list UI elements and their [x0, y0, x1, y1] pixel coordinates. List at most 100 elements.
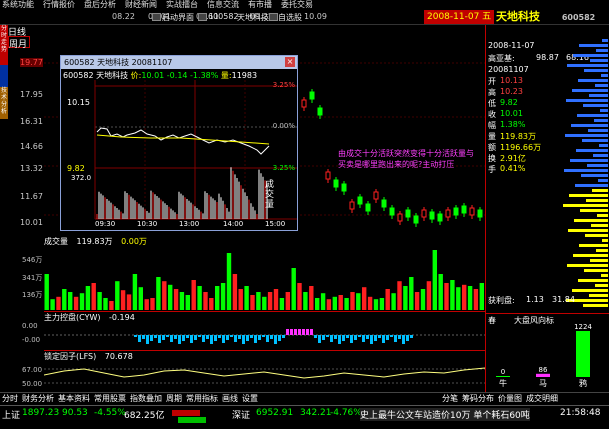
- cyw-bar: [342, 335, 345, 341]
- popup-title[interactable]: 600582 天地科技 20081107: [61, 56, 297, 69]
- volume-bar: [203, 292, 208, 310]
- tab-settings[interactable]: 设置: [242, 393, 258, 404]
- left-tabs: 分时走势 技术分析: [0, 25, 8, 119]
- sh-amount: 682.25亿: [124, 411, 165, 421]
- chip-bar: [602, 239, 608, 242]
- volume-bar: [367, 296, 373, 310]
- tab-technical[interactable]: 技术分析: [0, 87, 8, 119]
- cyw-bar: [314, 335, 317, 338]
- cyw-bar: [390, 335, 393, 337]
- volume-bar: [109, 301, 114, 310]
- menu-analysis[interactable]: 盘后分析: [84, 0, 116, 10]
- cyw-bar: [298, 329, 301, 335]
- volume-bar: [456, 287, 461, 310]
- volume-bar: [409, 277, 414, 310]
- tab-index-overlay[interactable]: 指数叠加: [130, 393, 162, 404]
- tab-common-stocks[interactable]: 常用股票: [94, 393, 126, 404]
- info-val: 1.38%: [500, 120, 526, 129]
- toolbar-name[interactable]: 天地科技: [237, 12, 269, 23]
- popup-axis-left: 10.15: [67, 98, 90, 107]
- sh-change: 90.53: [62, 408, 88, 418]
- volume-bar: [56, 296, 61, 310]
- cyw-bar: [258, 335, 261, 340]
- tab-timeline[interactable]: 分时: [2, 393, 18, 404]
- cyw-bar: [230, 335, 233, 337]
- menu-system[interactable]: 系统功能: [2, 0, 34, 10]
- menu-broadcast[interactable]: 有市播: [248, 0, 272, 10]
- cyw-bar: [198, 335, 201, 337]
- candle-body: [381, 199, 387, 208]
- cyw-bar: [278, 335, 281, 341]
- volume-bar: [285, 292, 290, 310]
- cyw-bar: [218, 335, 221, 338]
- cyw-bar: [146, 335, 149, 344]
- stock-icon[interactable]: [198, 13, 207, 21]
- cyw-bar: [170, 335, 173, 342]
- home-icon[interactable]: [152, 13, 161, 21]
- profit-val: 31.84: [552, 295, 575, 304]
- tab-period[interactable]: 周期: [166, 393, 182, 404]
- volume-bar: [256, 292, 261, 310]
- cyw-bar: [326, 335, 329, 337]
- tab-chips[interactable]: 筹码分布: [462, 393, 494, 404]
- tab-trade-detail[interactable]: 成交明细: [526, 393, 558, 404]
- volume-value: 119.83万: [76, 237, 113, 246]
- candle-body: [477, 209, 483, 218]
- tab-profile[interactable]: 基本资料: [58, 393, 90, 404]
- menu-news[interactable]: 财经新闻: [125, 0, 157, 10]
- tab-indicators[interactable]: 常用指标: [186, 393, 218, 404]
- volume-chart[interactable]: [44, 248, 485, 310]
- annotation-text: 由成交十分活跃突然变得十分活跃量与买卖是哪里跑出来的呢?主动打压: [338, 149, 474, 169]
- volume-axis-label: 136万: [22, 291, 43, 299]
- tab-finance[interactable]: 财务分析: [22, 393, 54, 404]
- price-axis-label: 16.31: [20, 117, 43, 126]
- cyw-bar: [290, 329, 293, 335]
- lfs-chart[interactable]: [44, 361, 485, 391]
- volume-bar: [356, 293, 361, 310]
- menu-info[interactable]: 信息交流: [207, 0, 239, 10]
- tab-draw[interactable]: 画线: [222, 393, 238, 404]
- info-val: 0.41%: [500, 164, 526, 173]
- panel-divider: [486, 313, 609, 314]
- chip-bar: [584, 69, 608, 72]
- cyw-bar: [202, 335, 205, 342]
- favorites-button[interactable]: 自选股: [278, 12, 302, 23]
- menu-trade[interactable]: 委托交易: [281, 0, 313, 10]
- volume-bar: [44, 274, 49, 310]
- candle-body: [429, 211, 435, 220]
- price-axis-label: 19.77: [20, 58, 43, 67]
- cyw-bar: [178, 335, 181, 344]
- tab-timeline[interactable]: 分时走势: [0, 25, 8, 65]
- intraday-popup[interactable]: 600582 天地科技 20081107 × 600582 天地科技 价:10.…: [60, 55, 298, 231]
- volume-bar: [126, 294, 132, 310]
- volume-bar: [379, 298, 385, 310]
- chip-bar: [567, 64, 608, 67]
- chip-bar: [576, 149, 608, 152]
- launch-button[interactable]: 启动界面: [162, 12, 194, 23]
- tab-price-volume[interactable]: 价量图: [498, 393, 522, 404]
- cyw-bar: [346, 335, 349, 338]
- tab-ticks[interactable]: 分笔: [442, 393, 458, 404]
- cyw-bar: [238, 335, 241, 339]
- close-icon[interactable]: ×: [285, 57, 295, 67]
- volume-bar: [138, 287, 143, 310]
- chip-bar: [580, 209, 608, 212]
- sh-ratio-bar: [178, 417, 206, 423]
- menu-quotes[interactable]: 行情报价: [43, 0, 75, 10]
- cycle-button[interactable]: 周月: [8, 36, 30, 50]
- cyw-axis-label: -0.00: [22, 336, 41, 344]
- news-ticker[interactable]: 史上最牛公文车站造价10万 单个耗石60吨: [360, 408, 530, 421]
- info-val: 10.13: [500, 76, 523, 85]
- lfs-value: 70.678: [104, 352, 133, 361]
- favorites-icon[interactable]: [269, 13, 278, 21]
- cyw-chart[interactable]: [44, 322, 485, 349]
- intraday-volume: [96, 167, 268, 219]
- chip-bar: [563, 204, 608, 207]
- cyw-bar: [286, 329, 289, 335]
- price-axis-label: 11.67: [20, 192, 43, 201]
- chip-bar: [585, 234, 608, 237]
- toolbar-code[interactable]: 600582: [208, 12, 239, 21]
- cyw-bar: [234, 335, 237, 342]
- info-panel: 2008-11-07 高亚基: 98.87 68.16 20081107 开 1…: [485, 25, 609, 392]
- menu-arena[interactable]: 实战擂台: [166, 0, 198, 10]
